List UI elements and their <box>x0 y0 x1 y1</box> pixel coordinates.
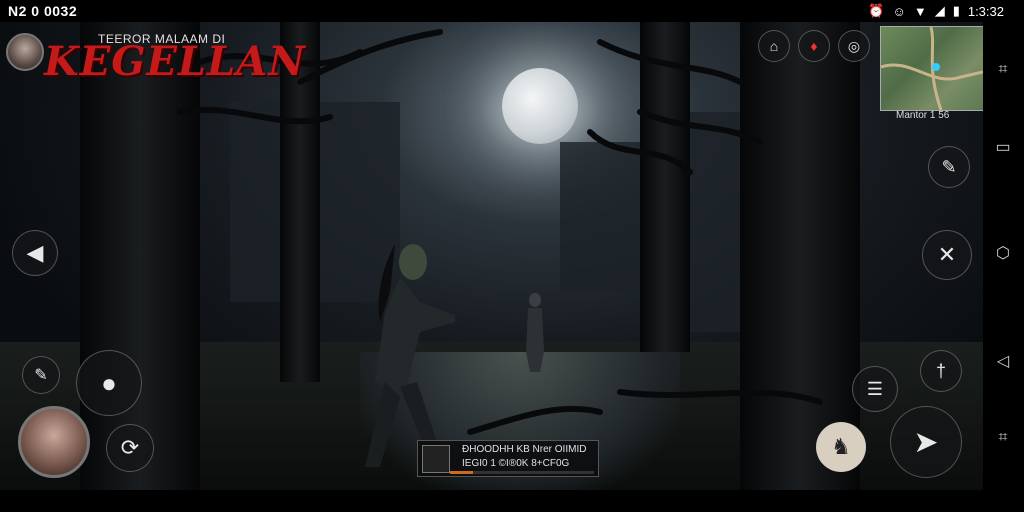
minimap[interactable] <box>880 26 984 111</box>
weapon-progress-fill <box>450 471 474 474</box>
knife-button[interactable]: ✎ <box>22 356 60 394</box>
weapon-panel[interactable]: ĐHOODHH KB Nrer OIIMID IEGI0 1 ©I®0K 8+C… <box>417 440 599 477</box>
alert-button[interactable]: ♦ <box>798 30 830 62</box>
square-icon[interactable]: ▭ <box>993 138 1013 158</box>
back-triangle-icon[interactable]: ◁ <box>993 352 1013 372</box>
status-bar: N2 0 0032 ⏰ ☺ ▼ ◢ ▮ 1:3:32 <box>0 0 1024 22</box>
attack-icon: ➤ <box>913 425 939 459</box>
weapon-info-line2: IEGI0 1 ©I®0K 8+CF0G <box>462 458 570 469</box>
system-nav-bar: ⌗ ▭ ⬡ ◁ ⌗ <box>983 22 1024 490</box>
crop-icon[interactable]: ⌗ <box>993 60 1013 80</box>
target-button[interactable]: ◎ <box>838 30 870 62</box>
weapon-info-line1: ĐHOODHH KB Nrer OIIMID <box>462 444 587 455</box>
home-outline-icon[interactable]: ⬡ <box>993 244 1013 264</box>
reload-button[interactable]: ⟳ <box>106 424 154 472</box>
grenade-icon: ● <box>101 367 117 398</box>
minimap-label: Mantor 1 56 <box>896 110 950 121</box>
character-button[interactable]: ♞ <box>816 422 866 472</box>
status-time: 1:3:32 <box>967 3 1004 19</box>
back-arrow-icon: ◀ <box>26 240 44 265</box>
sword-icon: † <box>935 360 946 381</box>
crossed-weapons-button[interactable]: ✕ <box>922 230 972 280</box>
signal-icon: ◢ <box>934 3 945 18</box>
attack-button[interactable]: ➤ <box>890 406 962 478</box>
minimap-paths <box>880 26 984 111</box>
zombie-creature[interactable] <box>345 232 455 472</box>
move-back-button[interactable]: ◀ <box>12 230 58 276</box>
home-button[interactable]: ⌂ <box>758 30 790 62</box>
knife-action-button[interactable]: ✎ <box>928 146 970 188</box>
target-icon: ◎ <box>847 37 861 54</box>
cat-icon: ☺ <box>892 3 906 19</box>
game-scene[interactable] <box>0 22 983 490</box>
knife-icon: ✎ <box>34 367 48 384</box>
weapon-progress-track <box>450 471 594 474</box>
alarm-icon: ⏰ <box>868 3 885 18</box>
player-portrait[interactable] <box>18 406 90 478</box>
inventory-icon: ☰ <box>866 378 884 399</box>
reload-icon: ⟳ <box>120 435 140 460</box>
sword-button[interactable]: † <box>920 350 962 392</box>
crossed-weapons-icon: ✕ <box>937 242 957 267</box>
distant-figure <box>526 293 544 372</box>
status-left-text: N2 0 0032 <box>8 3 78 19</box>
weapon-icon <box>422 445 450 473</box>
status-right: ⏰ ☺ ▼ ◢ ▮ 1:3:32 <box>868 3 1004 19</box>
knife-icon: ✎ <box>941 156 957 177</box>
alert-icon: ♦ <box>810 38 818 54</box>
home-icon: ⌂ <box>769 38 779 54</box>
expand-icon[interactable]: ⌗ <box>993 428 1013 448</box>
wifi-icon: ▼ <box>913 3 927 19</box>
top-avatar[interactable] <box>6 33 44 71</box>
game-title-big: KEGELLAN <box>44 38 306 85</box>
bottom-bar <box>0 490 1024 512</box>
character-icon: ♞ <box>831 434 851 459</box>
battery-icon: ▮ <box>952 3 960 18</box>
inventory-button[interactable]: ☰ <box>852 366 898 412</box>
branches <box>177 29 823 435</box>
grenade-button[interactable]: ● <box>76 350 142 416</box>
